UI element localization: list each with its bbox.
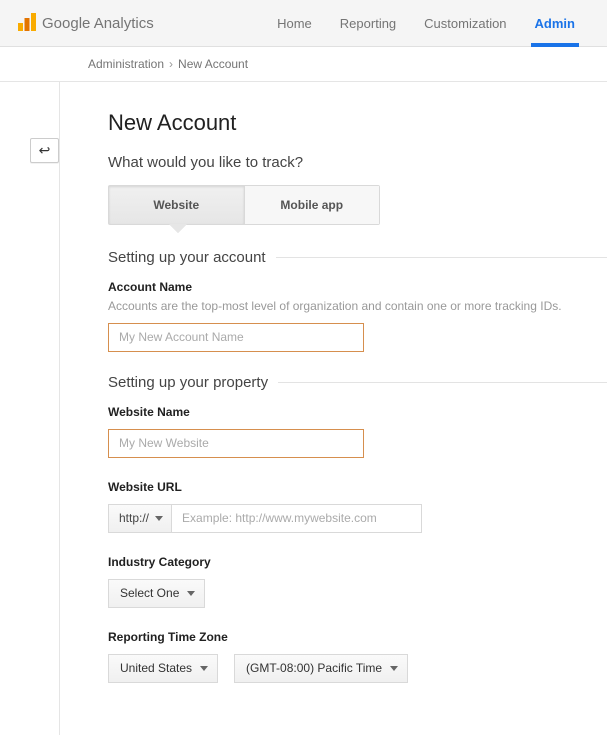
left-rail: ↩ (0, 82, 60, 735)
nav-customization[interactable]: Customization (424, 0, 506, 46)
top-bar: Google Analytics Home Reporting Customiz… (0, 0, 607, 47)
industry-dropdown[interactable]: Select One (108, 579, 205, 608)
brand-text: Google Analytics (42, 15, 154, 32)
caret-down-icon (155, 516, 163, 521)
section-account: Setting up your account (108, 249, 607, 266)
brand-logo-wrap: Google Analytics (18, 13, 154, 34)
account-name-help: Accounts are the top-most level of organ… (108, 298, 607, 315)
tz-country-dropdown[interactable]: United States (108, 654, 218, 683)
timezone-label: Reporting Time Zone (108, 630, 607, 644)
account-name-input[interactable] (108, 323, 364, 352)
breadcrumb-current: New Account (178, 57, 248, 71)
website-name-input[interactable] (108, 429, 364, 458)
nav-home[interactable]: Home (277, 0, 312, 46)
ga-logo-icon (18, 13, 36, 34)
divider (278, 382, 607, 383)
caret-down-icon (200, 666, 208, 671)
back-arrow-icon: ↩ (39, 142, 51, 159)
page-title: New Account (108, 110, 607, 136)
industry-label: Industry Category (108, 555, 607, 569)
protocol-value: http:// (119, 511, 149, 525)
tab-mobile-app[interactable]: Mobile app (244, 186, 380, 224)
tz-offset-value: (GMT-08:00) Pacific Time (246, 661, 382, 675)
tab-pointer-icon (169, 224, 187, 233)
track-type-tabs: Website Mobile app (108, 185, 380, 225)
tz-offset-dropdown[interactable]: (GMT-08:00) Pacific Time (234, 654, 408, 683)
website-name-label: Website Name (108, 405, 607, 419)
section-property-title: Setting up your property (108, 374, 278, 391)
track-question: What would you like to track? (108, 154, 607, 171)
divider (276, 257, 607, 258)
tab-website[interactable]: Website (109, 186, 244, 224)
section-account-title: Setting up your account (108, 249, 276, 266)
caret-down-icon (390, 666, 398, 671)
top-nav: Home Reporting Customization Admin (277, 0, 597, 46)
breadcrumb-root[interactable]: Administration (88, 57, 164, 71)
caret-down-icon (187, 591, 195, 596)
nav-admin[interactable]: Admin (535, 0, 575, 46)
industry-value: Select One (120, 586, 179, 600)
main-content: New Account What would you like to track… (60, 82, 607, 735)
chevron-right-icon: › (169, 57, 173, 71)
section-property: Setting up your property (108, 374, 607, 391)
account-name-label: Account Name (108, 280, 607, 294)
breadcrumb: Administration › New Account (0, 47, 607, 82)
website-url-input[interactable] (172, 504, 422, 533)
website-url-label: Website URL (108, 480, 607, 494)
tz-country-value: United States (120, 661, 192, 675)
back-button[interactable]: ↩ (30, 138, 59, 163)
protocol-dropdown[interactable]: http:// (108, 504, 172, 533)
nav-reporting[interactable]: Reporting (340, 0, 396, 46)
